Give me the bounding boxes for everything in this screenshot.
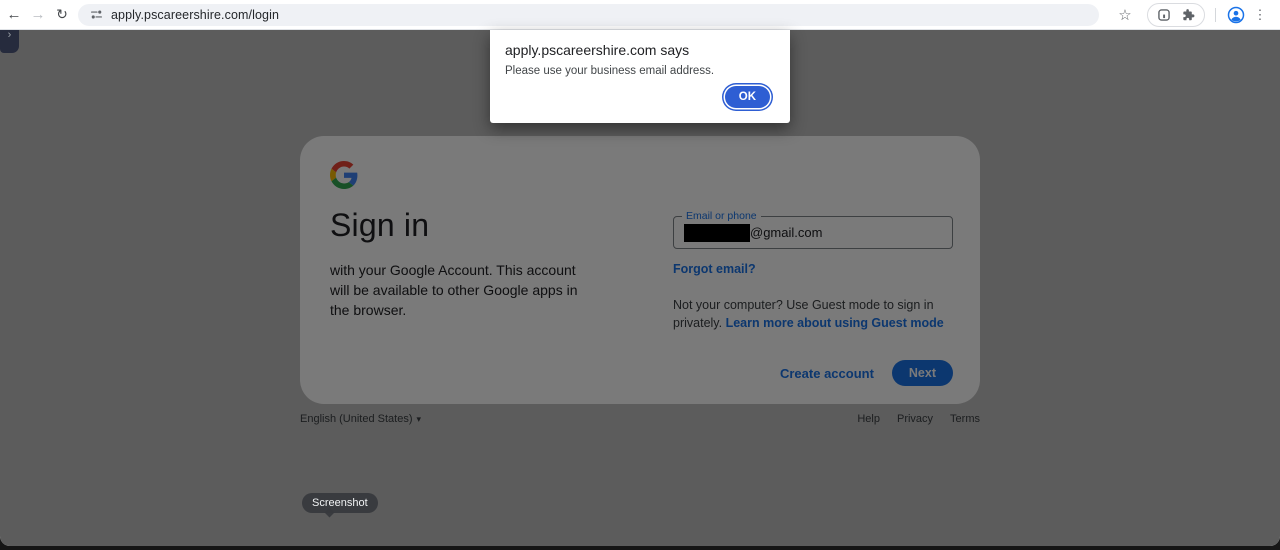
url-text[interactable]: apply.pscareershire.com/login [111, 8, 279, 22]
extensions-pill [1147, 3, 1205, 27]
toolbar-divider [1215, 8, 1216, 22]
js-alert-dialog: apply.pscareershire.com says Please use … [490, 30, 790, 123]
address-bar[interactable]: apply.pscareershire.com/login [78, 4, 1099, 26]
bookmark-star-icon[interactable]: ☆ [1113, 3, 1137, 27]
alert-message: Please use your business email address. [505, 65, 775, 77]
ok-button[interactable]: OK [725, 86, 770, 108]
site-settings-icon[interactable] [90, 8, 103, 21]
browser-menu-icon[interactable]: ⋮ [1250, 7, 1270, 23]
back-icon[interactable]: ← [2, 3, 26, 27]
screenshot-tooltip: Screenshot [302, 493, 378, 513]
profile-avatar-icon[interactable] [1227, 6, 1245, 24]
alert-title: apply.pscareershire.com says [505, 42, 775, 58]
forward-icon: → [26, 3, 50, 27]
reload-icon[interactable]: ↻ [50, 3, 74, 27]
adblock-extension-icon[interactable] [1157, 8, 1171, 22]
browser-window: ← → ↻ apply.pscareershire.com/login ☆ [0, 0, 1280, 546]
alert-button-row: OK [505, 86, 775, 111]
extensions-puzzle-icon[interactable] [1181, 8, 1195, 22]
browser-toolbar: ← → ↻ apply.pscareershire.com/login ☆ [0, 0, 1280, 30]
chevron-right-icon[interactable]: › [8, 30, 12, 41]
